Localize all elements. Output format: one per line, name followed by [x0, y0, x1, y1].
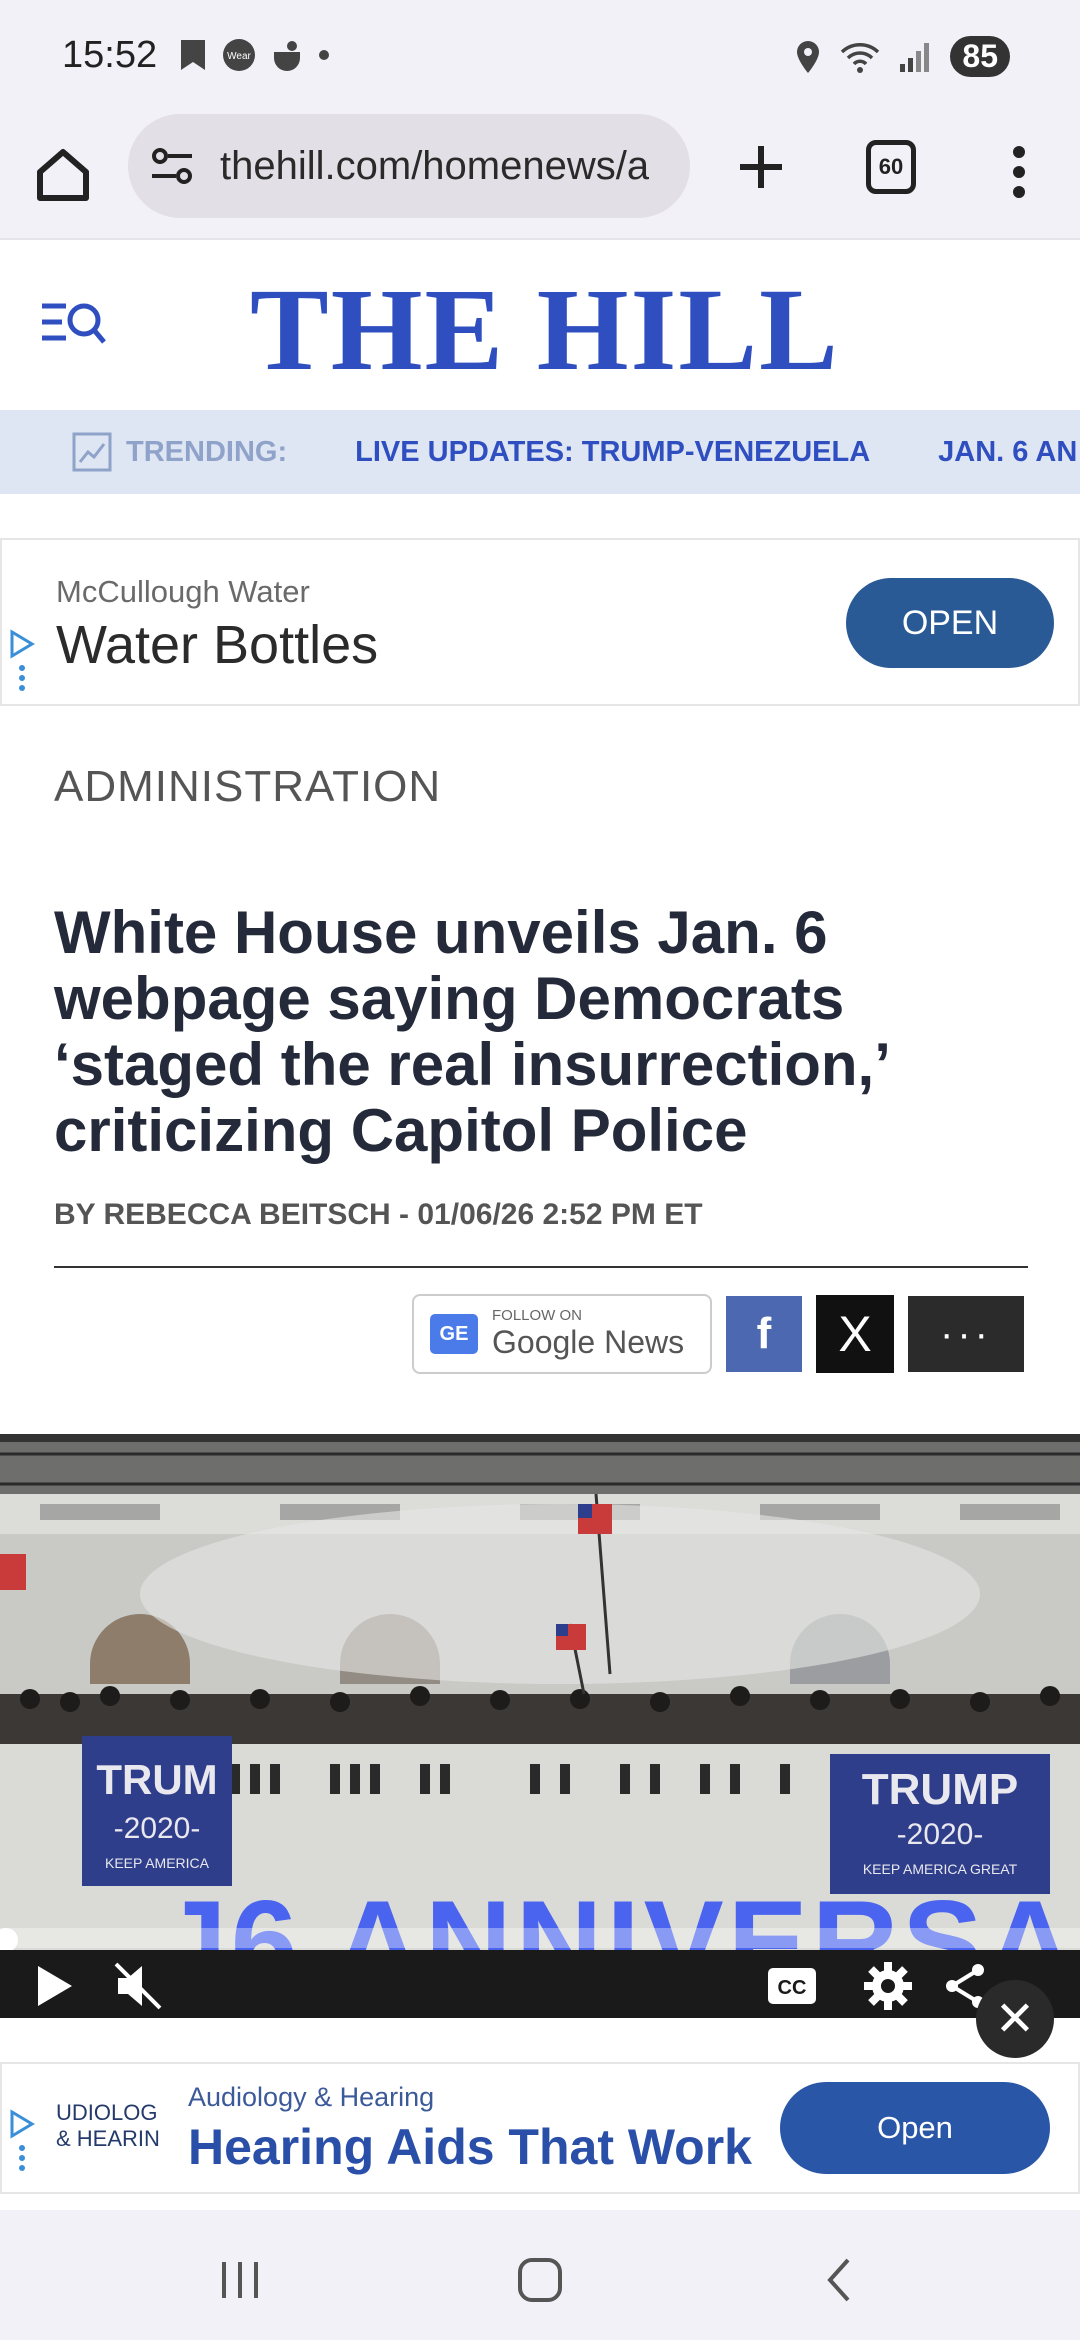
trending-link[interactable]: LIVE UPDATES: TRUMP-VENEZUELA [355, 436, 870, 469]
url-text[interactable]: thehill.com/homenews/a [220, 144, 649, 189]
svg-text:Wear: Wear [227, 51, 251, 62]
cloud-icon [274, 41, 300, 71]
x-share-button[interactable]: X [816, 1295, 894, 1373]
mute-icon[interactable] [112, 1960, 164, 2012]
tab-switcher-button[interactable]: 60 [866, 140, 916, 194]
ad-logo: UDIOLOG & HEARIN [56, 2100, 160, 2152]
bookmark-icon [181, 40, 205, 70]
status-system-icons: 85 [794, 36, 1010, 77]
system-nav-bar [0, 2210, 1080, 2340]
article-headline: White House unveils Jan. 6 webpage sayin… [54, 899, 888, 1164]
svg-text:-2020-: -2020- [897, 1818, 984, 1851]
settings-gear-icon[interactable] [862, 1960, 914, 2012]
status-time: 15:52 [62, 34, 158, 76]
site-header: THE HILL [0, 240, 1080, 410]
google-news-icon: GE [430, 1314, 478, 1354]
status-notification-icons: Wear [178, 38, 330, 72]
close-video-button[interactable]: ✕ [976, 1980, 1054, 2058]
google-news-follow-button[interactable]: GE FOLLOW ON Google News [412, 1294, 712, 1374]
ad-brand: Audiology & Hearing [188, 2082, 435, 2112]
google-news-label: Google News [492, 1324, 685, 1360]
wifi-icon [841, 42, 880, 73]
dot-icon [319, 50, 329, 60]
more-share-button[interactable]: ··· [908, 1296, 1024, 1372]
browser-toolbar: thehill.com/homenews/a 60 [0, 112, 1080, 240]
svg-text:KEEP AMERICA: KEEP AMERICA [105, 1855, 210, 1871]
play-icon[interactable] [28, 1960, 80, 2012]
svg-text:-2020-: -2020- [114, 1812, 201, 1845]
back-icon[interactable] [810, 2250, 870, 2310]
ad-open-button[interactable]: OPEN [846, 578, 1054, 668]
ad-title[interactable]: Hearing Aids That Work [188, 2118, 752, 2176]
home-icon[interactable] [30, 142, 96, 208]
video-controls: CC [0, 1950, 1080, 2018]
new-tab-icon[interactable] [728, 134, 794, 200]
svg-text:CC: CC [778, 1977, 807, 1999]
svg-text:TRUMP: TRUMP [862, 1765, 1018, 1814]
ad-brand: McCullough Water [56, 574, 310, 609]
recent-apps-icon[interactable] [210, 2250, 270, 2310]
trending-link[interactable]: JAN. 6 AN [938, 436, 1077, 469]
home-nav-icon[interactable] [510, 2250, 570, 2310]
ad-logo-line: & HEARIN [56, 2126, 160, 2151]
facebook-share-button[interactable]: f [726, 1296, 802, 1372]
location-icon [797, 40, 820, 73]
svg-text:TRUM: TRUM [96, 1756, 217, 1803]
adchoices-icon[interactable] [8, 628, 38, 692]
ad-open-button[interactable]: Open [780, 2082, 1050, 2174]
article-byline: BY REBECCA BEITSCH - 01/06/26 2:52 PM ET [54, 1198, 703, 1231]
site-settings-icon[interactable] [148, 141, 198, 191]
overflow-menu-icon[interactable] [994, 142, 1044, 202]
trending-chart-icon [72, 432, 112, 472]
trending-label: TRENDING: [126, 435, 288, 468]
signal-icon [900, 42, 930, 72]
ad-logo-line: UDIOLOG [56, 2100, 158, 2125]
ad-title[interactable]: Water Bottles [56, 614, 378, 676]
article-section[interactable]: ADMINISTRATION [54, 762, 441, 812]
video-progress-bar[interactable] [0, 1928, 1080, 1952]
closed-captions-icon[interactable]: CC [766, 1960, 818, 2012]
site-logo[interactable]: THE HILL [250, 262, 840, 398]
wear-icon: Wear [223, 39, 255, 71]
google-news-small-label: FOLLOW ON [492, 1307, 583, 1324]
byline-divider [54, 1266, 1028, 1268]
video-player[interactable]: TRUM -2020- KEEP AMERICA TRUMP -2020- KE… [0, 1434, 1080, 2018]
adchoices-icon[interactable] [8, 2108, 38, 2172]
ad-banner-bottom[interactable]: UDIOLOG & HEARIN Audiology & Hearing Hea… [0, 2062, 1080, 2194]
share-row: GE FOLLOW ON Google News f X ··· [412, 1294, 1024, 1374]
trending-bar: TRENDING: LIVE UPDATES: TRUMP-VENEZUELA … [0, 410, 1080, 494]
menu-search-icon[interactable] [40, 298, 106, 348]
ad-banner-top[interactable]: McCullough Water Water Bottles OPEN [0, 538, 1080, 706]
battery-indicator: 85 [950, 36, 1010, 77]
address-bar[interactable]: thehill.com/homenews/a [128, 114, 690, 218]
status-bar: 15:52 Wear 85 [0, 0, 1080, 112]
